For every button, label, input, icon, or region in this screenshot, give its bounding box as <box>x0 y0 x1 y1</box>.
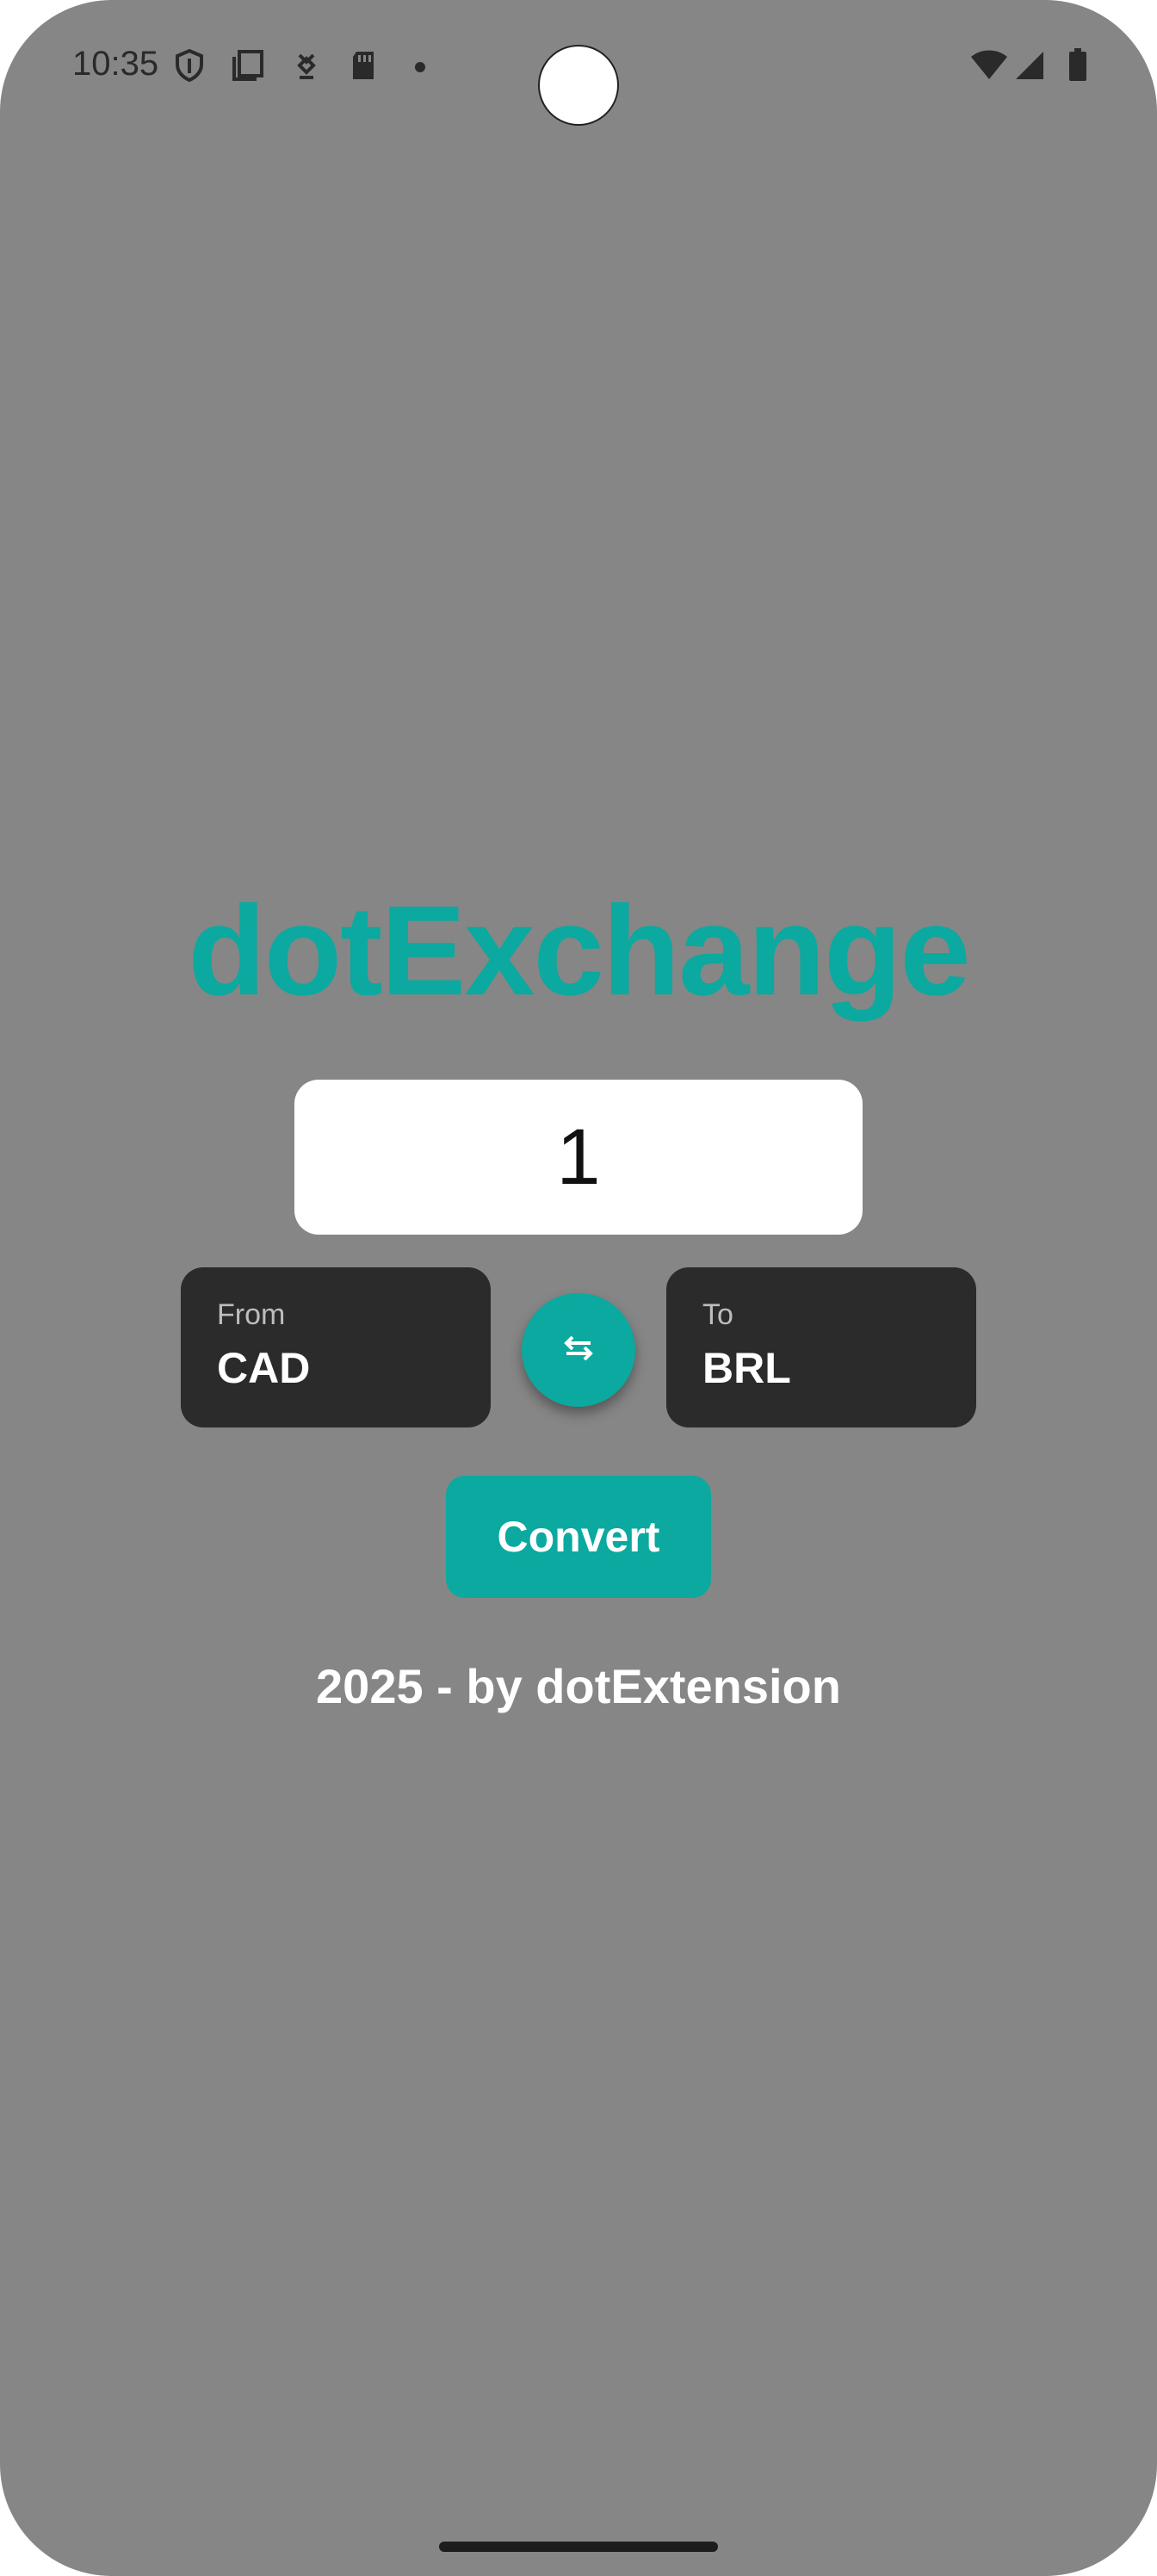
from-currency-value: CAD <box>217 1344 311 1392</box>
to-currency-select[interactable]: To BRL <box>666 1267 976 1427</box>
phone-screen: 10:35 dotExchange 1 From CAD To BRL Conv… <box>0 0 1157 2576</box>
camera-cutout <box>538 45 619 126</box>
to-currency-value: BRL <box>702 1344 791 1392</box>
download-icon <box>289 48 324 83</box>
wifi-icon <box>969 48 1009 83</box>
shield-icon <box>172 48 207 83</box>
convert-button[interactable]: Convert <box>446 1476 711 1598</box>
sd-card-icon <box>346 48 381 83</box>
status-bar: 10:35 <box>0 0 1157 138</box>
status-time: 10:35 <box>72 45 159 83</box>
swap-currencies-button[interactable] <box>522 1293 635 1407</box>
from-currency-select[interactable]: From CAD <box>181 1267 491 1427</box>
home-indicator[interactable] <box>439 2542 718 2552</box>
screenshot-icon <box>231 48 265 83</box>
dot-icon <box>403 48 437 83</box>
signal-icon <box>1012 48 1047 83</box>
footer-credit: 2025 - by dotExtension <box>316 1659 841 1713</box>
to-label: To <box>702 1298 733 1331</box>
amount-input[interactable] <box>294 1080 863 1235</box>
from-label: From <box>217 1298 286 1331</box>
swap-arrows-icon <box>558 1328 599 1373</box>
battery-icon <box>1061 48 1095 83</box>
app-title: dotExchange <box>188 880 970 1022</box>
